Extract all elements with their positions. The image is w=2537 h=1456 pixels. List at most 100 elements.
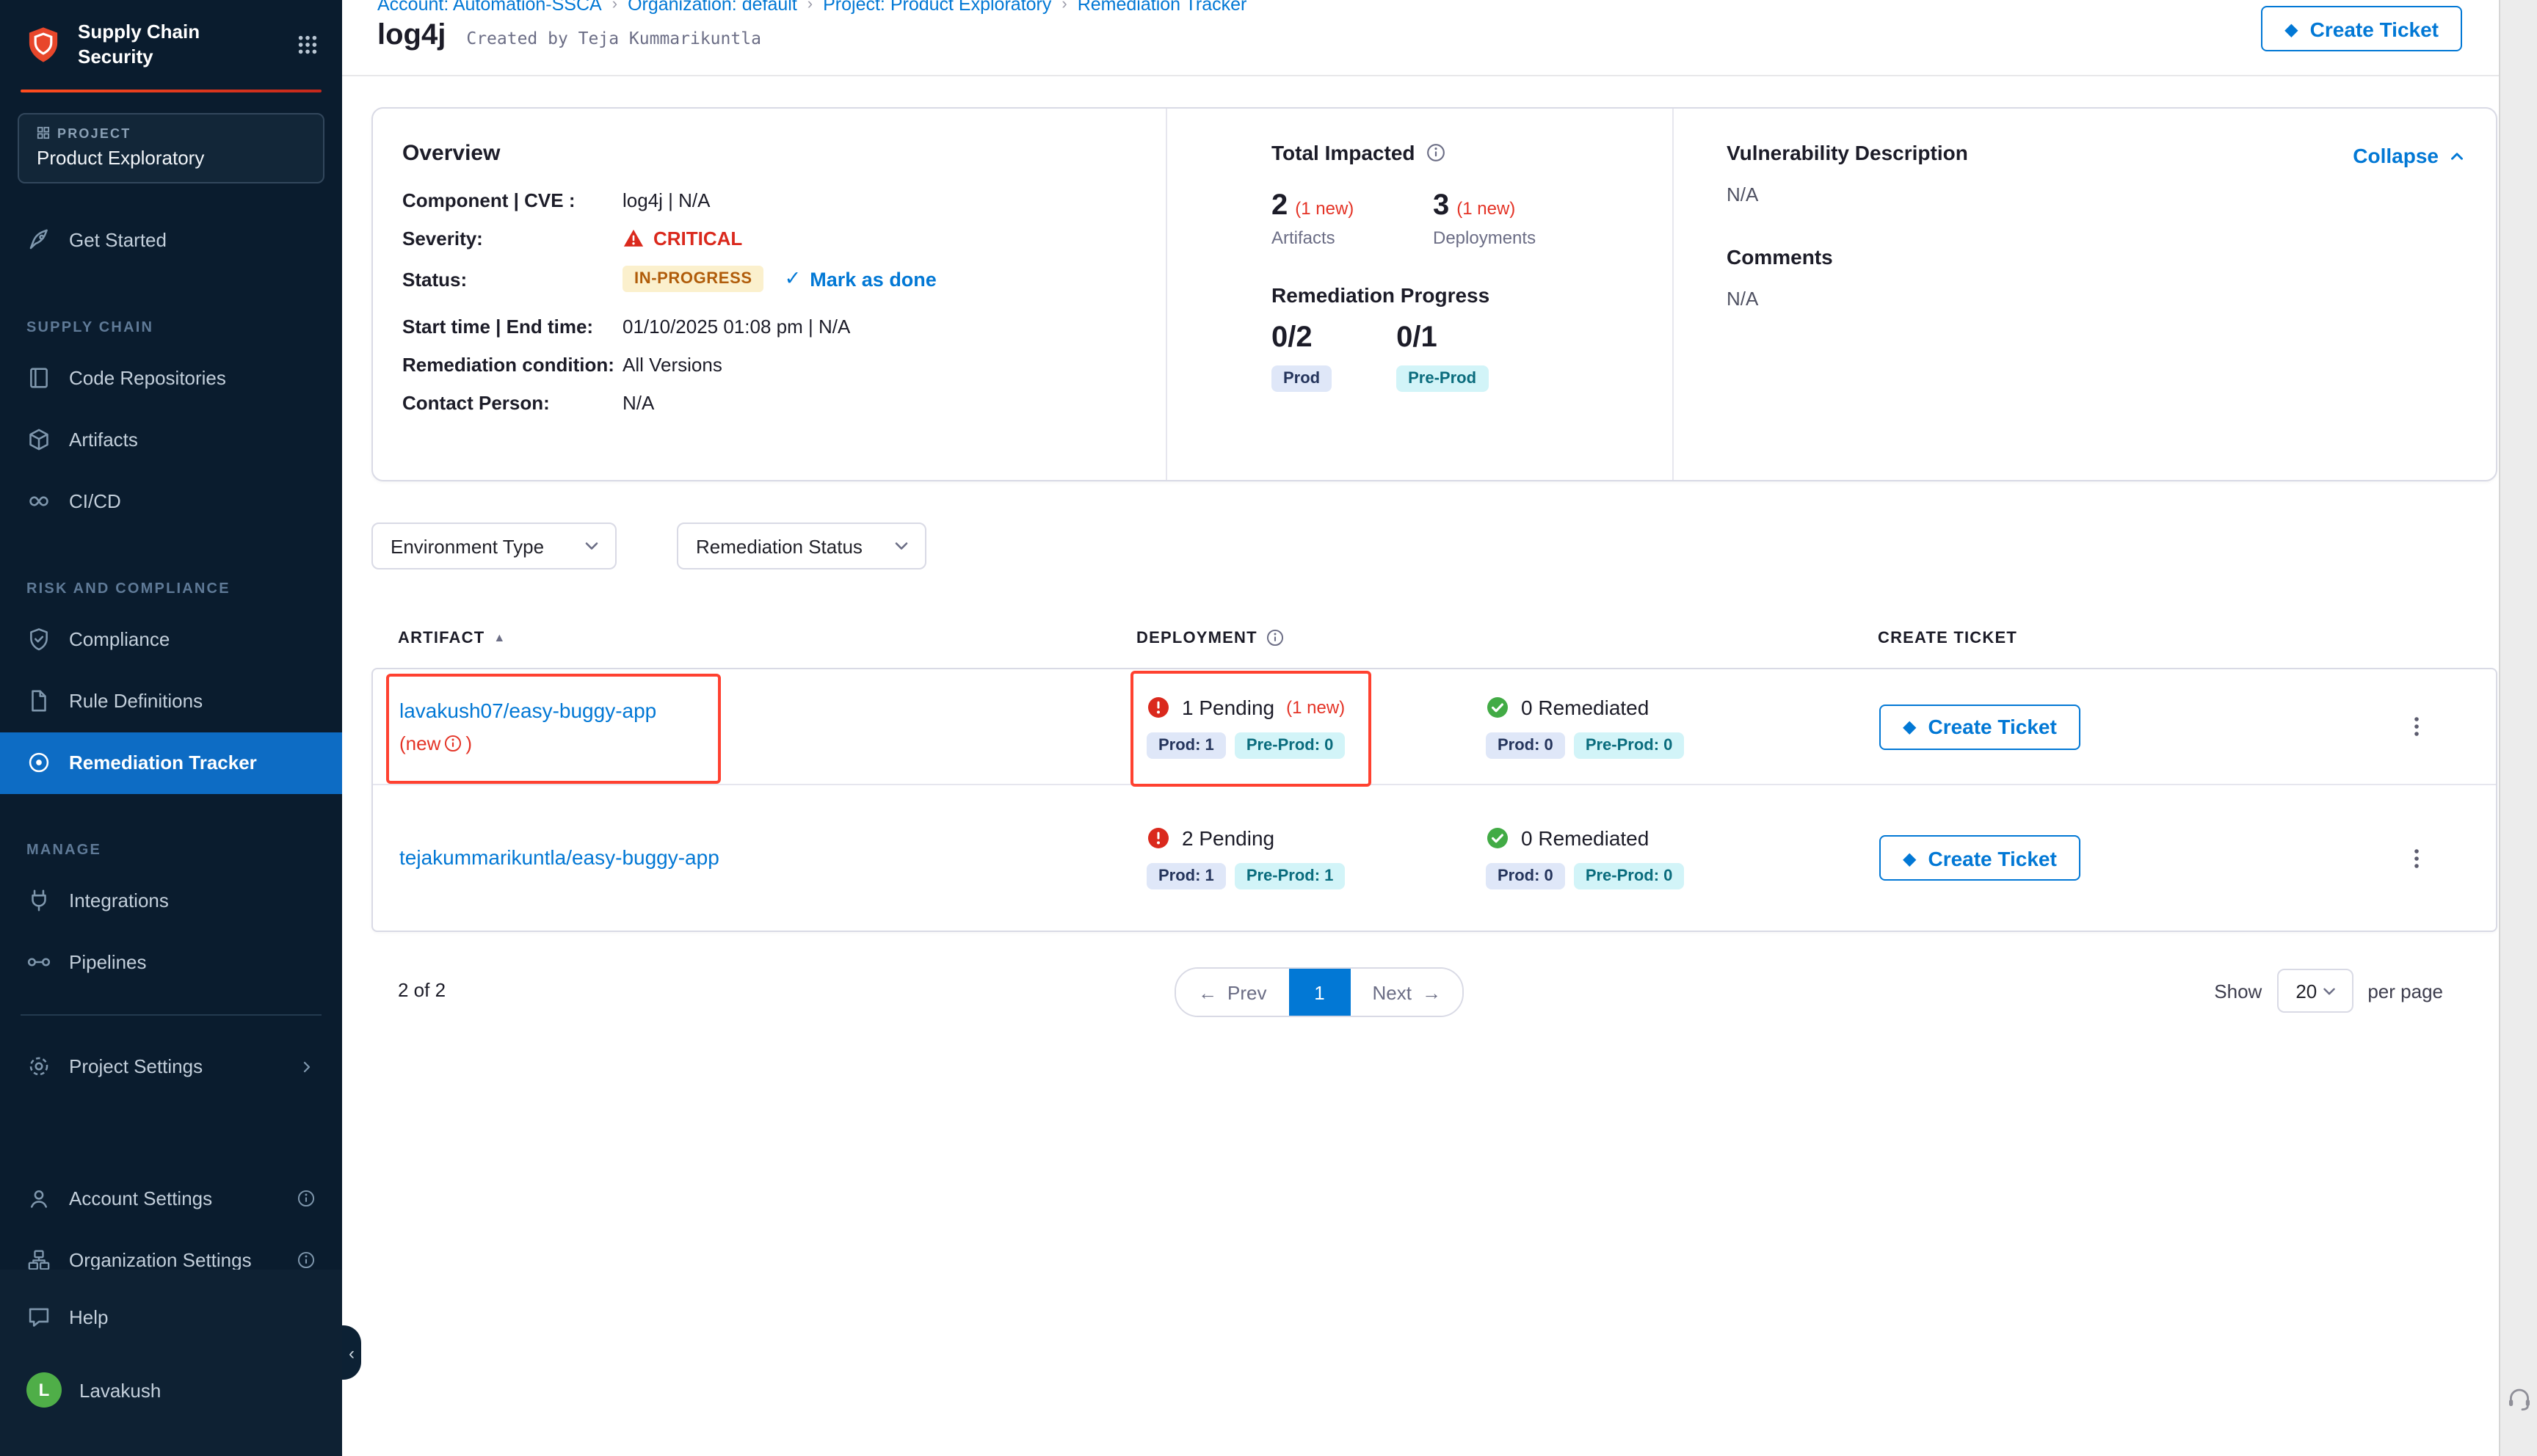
info-icon[interactable] <box>297 1251 316 1270</box>
create-ticket-cell: ◆ Create Ticket <box>1879 704 2364 749</box>
component-cve-value: log4j | N/A <box>623 189 711 211</box>
chevron-left-icon: ‹ <box>349 1344 355 1361</box>
section-risk-compliance: RISK AND COMPLIANCE <box>0 533 342 609</box>
remediated-count: 0 Remediated <box>1521 695 1649 718</box>
pending-count: 2 Pending <box>1182 826 1274 850</box>
section-manage: MANAGE <box>0 794 342 870</box>
check-icon: ✓ <box>785 267 802 291</box>
collapse-button[interactable]: Collapse <box>2353 144 2467 167</box>
gear-icon <box>26 1055 51 1080</box>
prev-page-button[interactable]: ← Prev <box>1176 969 1288 1016</box>
sidebar-item-rule-definitions[interactable]: Rule Definitions <box>0 671 342 732</box>
impacted-deployments: 3(1 new) Deployments <box>1433 189 1539 248</box>
project-icon <box>37 127 50 140</box>
artifacts-label: Artifacts <box>1271 228 1377 248</box>
breadcrumb-project[interactable]: Project: Product Exploratory <box>823 0 1051 15</box>
total-impacted-heading: Total Impacted <box>1271 141 1415 164</box>
sidebar-item-remediation-tracker[interactable]: Remediation Tracker <box>0 732 342 794</box>
dots-vertical-icon <box>2405 715 2428 738</box>
sidebar-spacer <box>0 1098 342 1168</box>
plug-icon <box>26 889 51 914</box>
condition-label: Remediation condition: <box>402 354 623 376</box>
artifacts-count: 2 <box>1271 189 1288 222</box>
sidebar-item-artifacts[interactable]: Artifacts <box>0 410 342 471</box>
sidebar-item-get-started[interactable]: Get Started <box>0 210 342 272</box>
preprod-badge: Pre-Prod <box>1396 365 1488 392</box>
remediation-table: lavakush07/easy-buggy-app (new ) <box>371 668 2497 932</box>
user-name: Lavakush <box>79 1379 161 1401</box>
diamond-icon: ◆ <box>1903 718 1916 735</box>
next-page-button[interactable]: Next → <box>1350 969 1462 1016</box>
avatar: L <box>26 1372 62 1408</box>
preprod-badge: Pre-Prod: 1 <box>1235 863 1346 889</box>
pagination: 2 of 2 ← Prev 1 Next → Show 20 <box>371 967 2497 1017</box>
logo-divider <box>21 90 322 92</box>
app-title: Supply Chain Security <box>78 21 200 70</box>
sidebar-item-label: Compliance <box>69 629 170 651</box>
chevron-up-icon <box>2447 146 2467 165</box>
environment-type-filter[interactable]: Environment Type <box>371 523 617 569</box>
severity-value: CRITICAL <box>623 228 742 250</box>
create-ticket-button-row[interactable]: ◆ Create Ticket <box>1879 835 2080 881</box>
chat-bubble-icon <box>26 1304 51 1329</box>
artifact-cell: tejakummarikuntla/easy-buggy-app <box>399 845 1138 871</box>
pending-new-count: (1 new) <box>1286 696 1345 717</box>
mark-as-done-button[interactable]: ✓ Mark as done <box>785 267 937 291</box>
sidebar-item-integrations[interactable]: Integrations <box>0 870 342 932</box>
info-icon[interactable] <box>1266 628 1285 647</box>
project-selector[interactable]: PROJECT Product Exploratory <box>18 113 324 183</box>
pagination-controls: ← Prev 1 Next → <box>1175 967 1465 1017</box>
sidebar-item-code-repositories[interactable]: Code Repositories <box>0 348 342 410</box>
sidebar-item-cicd[interactable]: CI/CD <box>0 471 342 533</box>
prod-progress-value: 0/2 <box>1271 321 1332 355</box>
create-ticket-button-header[interactable]: ◆ Create Ticket <box>2261 6 2462 51</box>
total-impacted-column: Total Impacted 2(1 new) Artifacts 3(1 ne… <box>1166 109 1674 480</box>
remediated-icon <box>1486 826 1509 850</box>
user-menu[interactable]: L Lavakush <box>0 1358 342 1422</box>
info-icon[interactable] <box>1426 142 1446 163</box>
chevron-down-icon <box>581 536 602 556</box>
info-icon[interactable] <box>297 1190 316 1209</box>
remediation-status-filter[interactable]: Remediation Status <box>677 523 926 569</box>
sidebar-item-label: Rule Definitions <box>69 691 203 713</box>
prod-badge: Prod: 0 <box>1486 732 1565 758</box>
page-number-button[interactable]: 1 <box>1288 969 1350 1016</box>
breadcrumb-organization[interactable]: Organization: default <box>628 0 797 15</box>
help-button[interactable]: Help <box>0 1287 342 1346</box>
info-icon[interactable] <box>443 734 462 753</box>
row-menu-button[interactable] <box>2364 846 2469 870</box>
condition-value: All Versions <box>623 354 722 376</box>
breadcrumb-account[interactable]: Account: Automation-SSCA <box>377 0 602 15</box>
row-menu-button[interactable] <box>2364 715 2469 738</box>
sidebar-item-label: CI/CD <box>69 491 121 513</box>
description-column: Vulnerability Description N/A Comments N… <box>1674 109 2496 480</box>
page-header: Account: Automation-SSCA › Organization:… <box>342 0 2537 76</box>
contact-label: Contact Person: <box>402 392 623 414</box>
column-header-artifact[interactable]: ARTIFACT ▲ <box>398 628 1136 647</box>
breadcrumb-remediation-tracker[interactable]: Remediation Tracker <box>1078 0 1247 15</box>
table-header: ARTIFACT ▲ DEPLOYMENT CREATE TICKET <box>371 628 2497 647</box>
artifact-link[interactable]: lavakush07/easy-buggy-app <box>399 699 656 722</box>
project-name: Product Exploratory <box>37 147 305 169</box>
sidebar-collapse-toggle[interactable]: ‹ <box>342 1325 361 1380</box>
module-grid-icon[interactable] <box>297 34 319 57</box>
breadcrumb-separator: › <box>797 0 823 13</box>
artifact-link[interactable]: tejakummarikuntla/easy-buggy-app <box>399 845 719 868</box>
component-cve-label: Component | CVE : <box>402 189 623 211</box>
target-icon <box>26 751 51 776</box>
deployment-cell: 1 Pending (1 new) Prod: 1 Pre-Prod: 0 <box>1138 695 1879 758</box>
sidebar-footer: Help L Lavakush <box>0 1270 342 1456</box>
sidebar-item-compliance[interactable]: Compliance <box>0 609 342 671</box>
sidebar-item-pipelines[interactable]: Pipelines <box>0 932 342 994</box>
app-logo: Supply Chain Security <box>0 0 342 85</box>
vulnerability-description-heading: Vulnerability Description <box>1727 141 1968 164</box>
support-chat-button[interactable] <box>2505 1384 2534 1413</box>
breadcrumb: Account: Automation-SSCA › Organization:… <box>377 0 1246 15</box>
impacted-artifacts: 2(1 new) Artifacts <box>1271 189 1377 248</box>
sidebar-item-project-settings[interactable]: Project Settings <box>0 1036 342 1098</box>
section-supply-chain: SUPPLY CHAIN <box>0 272 342 348</box>
sidebar-nav: Get Started SUPPLY CHAIN Code Repositori… <box>0 210 342 1292</box>
create-ticket-button-row[interactable]: ◆ Create Ticket <box>1879 704 2080 749</box>
sidebar-item-account-settings[interactable]: Account Settings <box>0 1168 342 1230</box>
page-size-select[interactable]: 20 <box>2276 969 2353 1013</box>
